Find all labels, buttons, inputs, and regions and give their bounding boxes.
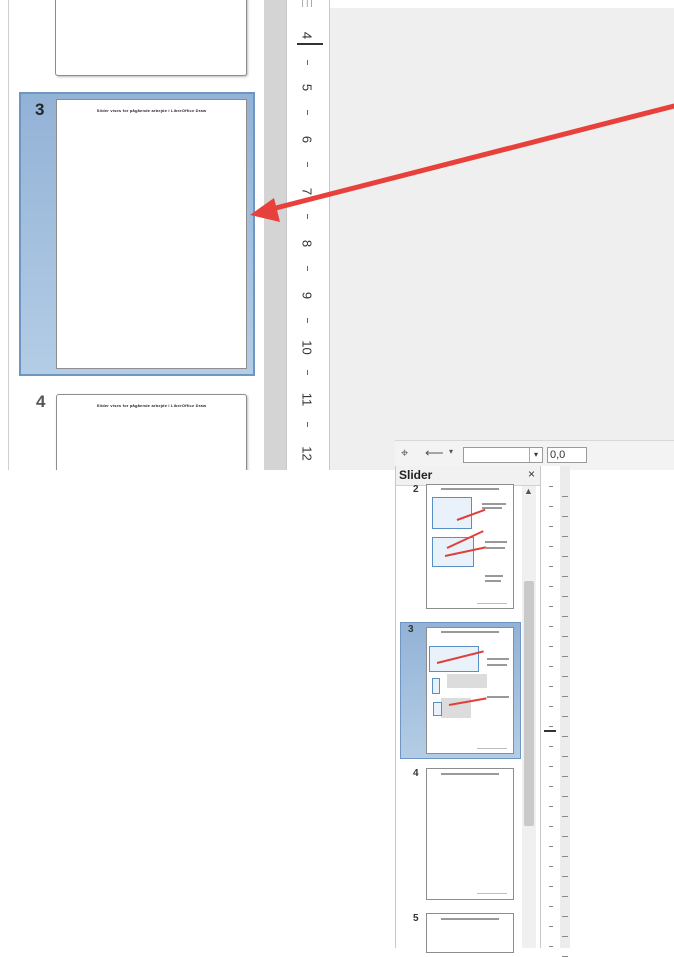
ruler-tick xyxy=(549,686,553,687)
ruler-tick xyxy=(562,496,568,497)
footer-line xyxy=(477,603,507,604)
ruler-tick xyxy=(562,636,568,637)
top-screenshot: 3 Slider vises for pågående arbejde i Li… xyxy=(0,0,674,470)
ruler-tick xyxy=(549,766,553,767)
ruler-tick xyxy=(549,626,553,627)
ruler-tick xyxy=(562,856,568,857)
slide-page xyxy=(426,627,514,754)
ruler-tick xyxy=(562,736,568,737)
text-line xyxy=(485,580,501,582)
right-edge-strip xyxy=(560,466,570,957)
slide-number: 5 xyxy=(413,913,419,924)
ruler-tick xyxy=(562,896,568,897)
ruler-tick xyxy=(562,536,568,537)
ruler-tick xyxy=(562,516,568,517)
text-line xyxy=(487,658,509,660)
text-line xyxy=(485,547,505,549)
scroll-up-icon[interactable]: ▲ xyxy=(524,486,533,496)
ruler-tick xyxy=(549,486,553,487)
ruler-tick xyxy=(562,556,568,557)
slide-thumbnail-selected[interactable]: 3 xyxy=(400,622,521,759)
ruler-tick xyxy=(549,806,553,807)
slide-number: 4 xyxy=(413,768,419,779)
ruler-tick xyxy=(549,506,553,507)
footer-line xyxy=(477,748,507,749)
ruler-tick xyxy=(549,566,553,567)
ruler-tick xyxy=(549,606,553,607)
panel-scrollbar[interactable]: ▲ xyxy=(522,486,536,948)
gray-box xyxy=(447,674,487,688)
panel-header: Slider × xyxy=(396,466,541,486)
ruler-tick xyxy=(562,616,568,617)
ruler-tick xyxy=(562,656,568,657)
annotation-arrow xyxy=(250,103,674,222)
ruler-tick xyxy=(562,876,568,877)
ruler-tick xyxy=(562,776,568,777)
ruler-tick xyxy=(562,816,568,817)
ruler-tick xyxy=(549,586,553,587)
text-line xyxy=(487,664,507,666)
ruler-tick xyxy=(562,716,568,717)
arrow-shaft xyxy=(265,103,674,213)
text-line xyxy=(485,541,507,543)
ruler-tick xyxy=(549,886,553,887)
ruler-tick xyxy=(562,576,568,577)
panel-title: Slider xyxy=(399,468,433,482)
small-box xyxy=(432,678,440,694)
ruler-tick xyxy=(562,596,568,597)
ruler-tick xyxy=(549,526,553,527)
vertical-ruler-right xyxy=(540,466,560,948)
ruler-tick xyxy=(549,746,553,747)
slide-heading xyxy=(441,631,499,633)
ruler-tick xyxy=(549,646,553,647)
ruler-tick xyxy=(562,916,568,917)
text-line xyxy=(482,503,506,505)
slide-heading xyxy=(441,918,499,920)
slide-thumbnail-4[interactable] xyxy=(426,768,514,900)
ruler-tick xyxy=(562,676,568,677)
ruler-tick xyxy=(562,836,568,837)
text-line xyxy=(485,575,503,577)
ruler-tick xyxy=(549,546,553,547)
small-box xyxy=(433,702,442,716)
slide-number: 3 xyxy=(408,624,414,635)
slides-panel: Slider × ▲ 2 3 4 5 xyxy=(395,466,541,953)
ruler-tick xyxy=(549,826,553,827)
close-icon[interactable]: × xyxy=(528,467,535,481)
ruler-tick xyxy=(562,696,568,697)
ruler-tick xyxy=(549,666,553,667)
ruler-tick xyxy=(549,946,553,947)
ruler-tick xyxy=(562,796,568,797)
slide-number: 2 xyxy=(413,484,419,495)
ruler-tick xyxy=(549,906,553,907)
ruler-tick xyxy=(549,846,553,847)
slide-thumbnail-2[interactable] xyxy=(426,484,514,609)
ruler-position-marker xyxy=(544,730,556,732)
screenshot-region xyxy=(432,497,472,529)
slide-heading xyxy=(441,773,499,775)
text-line xyxy=(487,696,509,698)
footer-line xyxy=(477,893,507,894)
ruler-tick xyxy=(562,936,568,937)
slide-heading xyxy=(441,488,499,490)
ruler-tick xyxy=(549,866,553,867)
arrow-head xyxy=(250,198,280,222)
scrollbar-thumb[interactable] xyxy=(524,581,534,826)
slide-thumbnail-5[interactable] xyxy=(426,913,514,953)
ruler-tick xyxy=(549,726,553,727)
ruler-tick xyxy=(549,926,553,927)
ruler-tick xyxy=(549,786,553,787)
ruler-tick xyxy=(549,706,553,707)
ruler-tick xyxy=(562,756,568,757)
